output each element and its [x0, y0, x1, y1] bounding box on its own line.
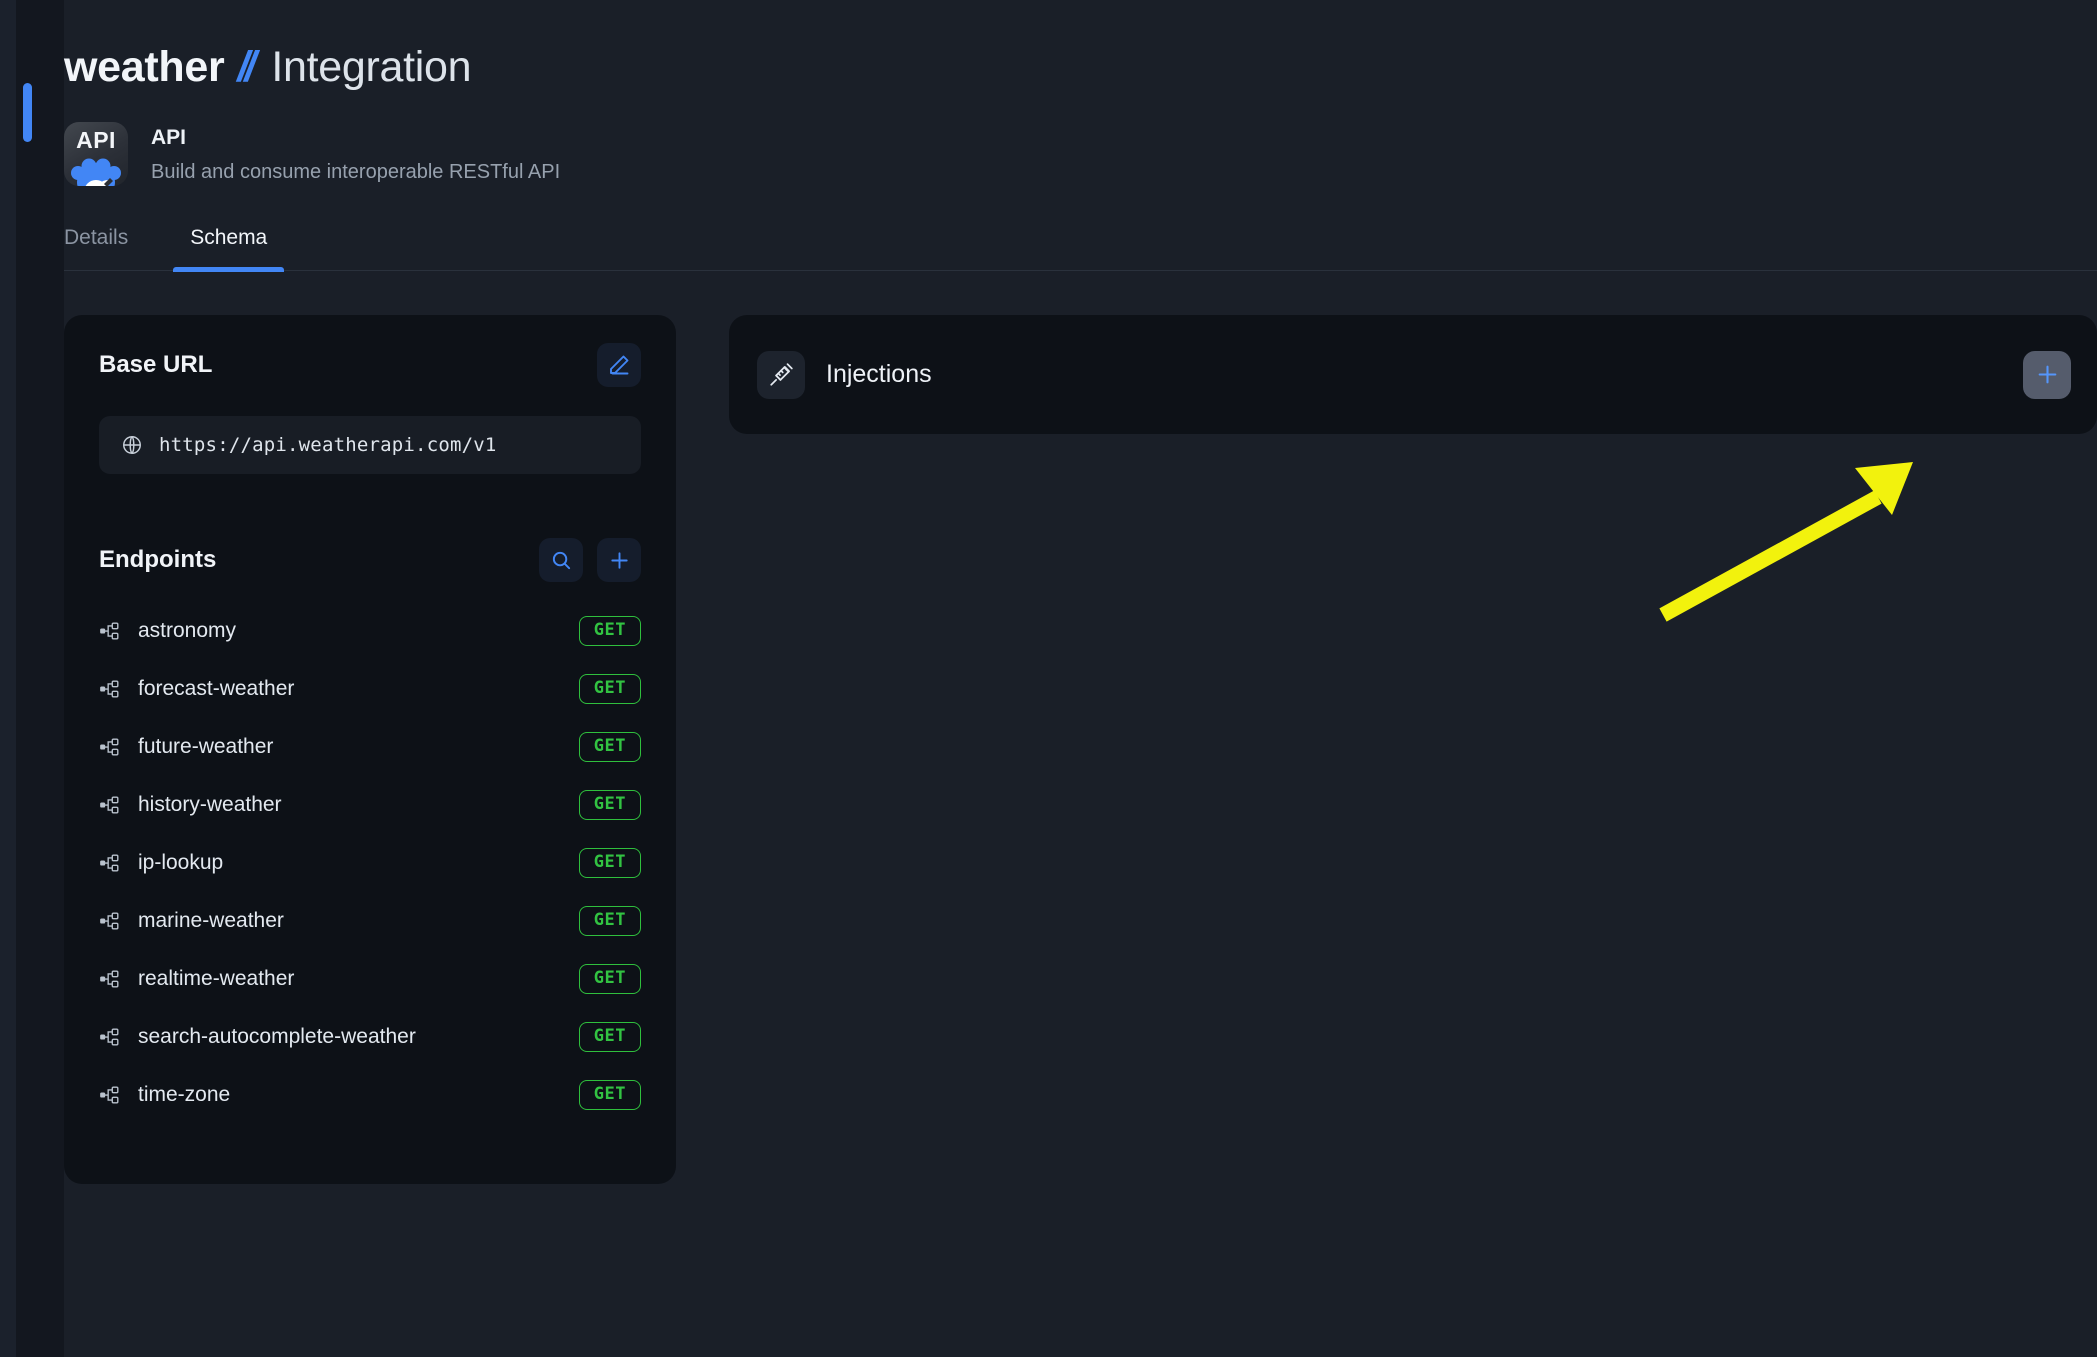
integration-summary: API API Build and con [64, 122, 2097, 186]
integration-description: Build and consume interoperable RESTful … [151, 159, 560, 185]
endpoint-row[interactable]: marine-weather GET [99, 892, 641, 950]
method-badge: GET [579, 616, 641, 646]
endpoint-node-icon [99, 968, 121, 990]
endpoint-name: history-weather [138, 793, 562, 817]
endpoints-title: Endpoints [99, 546, 216, 574]
method-badge: GET [579, 906, 641, 936]
endpoint-node-icon [99, 736, 121, 758]
endpoints-search-button[interactable] [539, 538, 583, 582]
injections-header: Injections [757, 351, 932, 399]
endpoint-row[interactable]: future-weather GET [99, 718, 641, 776]
method-badge: GET [579, 732, 641, 762]
endpoint-name: realtime-weather [138, 967, 562, 991]
sidebar-active-indicator [23, 83, 32, 142]
api-gear-icon: API [64, 122, 128, 186]
gear-glyph [71, 156, 121, 186]
base-url-value: https://api.weatherapi.com/v1 [159, 434, 497, 456]
injections-panel: Injections [729, 315, 2097, 434]
base-url-header: Base URL [99, 343, 641, 387]
endpoint-node-icon [99, 794, 121, 816]
endpoint-node-icon [99, 852, 121, 874]
page-header: weather // Integration API [64, 0, 2097, 271]
base-url-edit-button[interactable] [597, 343, 641, 387]
breadcrumb: weather // Integration [64, 44, 2097, 91]
plus-icon [2035, 362, 2060, 387]
endpoint-row[interactable]: time-zone GET [99, 1066, 641, 1124]
endpoint-row[interactable]: search-autocomplete-weather GET [99, 1008, 641, 1066]
method-badge: GET [579, 790, 641, 820]
endpoints-header: Endpoints [99, 530, 641, 582]
endpoints-add-button[interactable] [597, 538, 641, 582]
endpoint-name: search-autocomplete-weather [138, 1025, 562, 1049]
tab-details[interactable]: Details [64, 226, 170, 270]
breadcrumb-workspace[interactable]: weather [64, 44, 224, 91]
endpoint-node-icon [99, 1084, 121, 1106]
endpoint-node-icon [99, 910, 121, 932]
method-badge: GET [579, 964, 641, 994]
endpoint-node-icon [99, 1026, 121, 1048]
page-title: Integration [271, 44, 471, 91]
page-content: weather // Integration API [64, 0, 2097, 1357]
endpoint-row[interactable]: realtime-weather GET [99, 950, 641, 1008]
endpoints-list: astronomyGETforecast-weatherGETfuture-we… [99, 602, 641, 1124]
tab-bar: Details Schema [64, 226, 2097, 271]
schema-panels: Base URL https://api [64, 315, 2097, 1184]
integration-name: API [151, 124, 560, 151]
window-edge-strip [0, 0, 16, 1357]
endpoint-row[interactable]: forecast-weather GET [99, 660, 641, 718]
endpoint-row[interactable]: ip-lookup GET [99, 834, 641, 892]
breadcrumb-separator: // [237, 44, 258, 91]
endpoint-name: ip-lookup [138, 851, 562, 875]
injections-add-button[interactable] [2023, 351, 2071, 399]
schema-card: Base URL https://api [64, 315, 676, 1184]
endpoint-row[interactable]: history-weather GET [99, 776, 641, 834]
base-url-input[interactable]: https://api.weatherapi.com/v1 [99, 416, 641, 474]
injections-title: Injections [826, 360, 932, 389]
search-icon [550, 549, 573, 572]
api-icon-label: API [64, 127, 128, 154]
syringe-icon [757, 351, 805, 399]
tab-schema[interactable]: Schema [170, 226, 287, 270]
endpoint-name: marine-weather [138, 909, 562, 933]
endpoint-row[interactable]: astronomy GET [99, 602, 641, 660]
plus-icon [608, 549, 631, 572]
endpoints-section: Endpoints [64, 508, 676, 1184]
endpoint-name: astronomy [138, 619, 562, 643]
endpoint-name: future-weather [138, 735, 562, 759]
base-url-section: Base URL https://api [64, 315, 676, 508]
right-column: Injections [729, 315, 2097, 434]
method-badge: GET [579, 1080, 641, 1110]
endpoint-node-icon [99, 678, 121, 700]
endpoint-name: forecast-weather [138, 677, 562, 701]
endpoints-actions [539, 538, 641, 582]
method-badge: GET [579, 1022, 641, 1052]
endpoint-node-icon [99, 620, 121, 642]
left-column: Base URL https://api [64, 315, 676, 1184]
syringe-glyph [768, 362, 794, 388]
method-badge: GET [579, 848, 641, 878]
pencil-icon [607, 353, 631, 377]
integration-meta: API Build and consume interoperable REST… [151, 124, 560, 185]
collapsed-sidebar-rail[interactable] [16, 0, 64, 1357]
globe-icon [121, 434, 143, 456]
method-badge: GET [579, 674, 641, 704]
base-url-title: Base URL [99, 351, 212, 379]
endpoint-name: time-zone [138, 1083, 562, 1107]
